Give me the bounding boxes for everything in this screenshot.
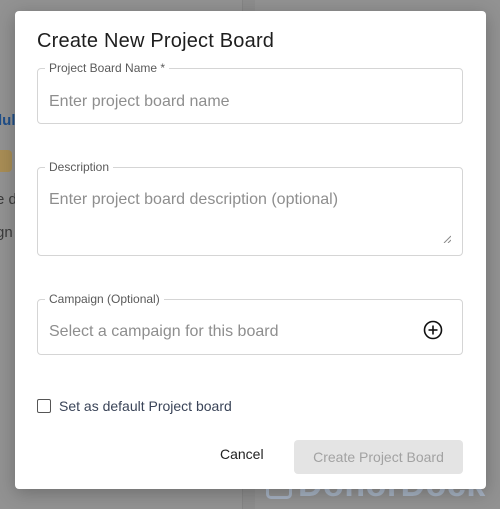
plus-circle-icon[interactable]: [423, 320, 443, 340]
project-board-name-label: Project Board Name *: [45, 61, 170, 75]
campaign-placeholder: Select a campaign for this board: [49, 323, 279, 340]
create-project-board-dialog: Create New Project Board Project Board N…: [15, 11, 486, 489]
description-placeholder: Enter project board description (optiona…: [49, 191, 339, 208]
create-project-board-button[interactable]: Create Project Board: [294, 440, 463, 474]
background-link-fragment: lul: [0, 112, 16, 129]
campaign-select[interactable]: Campaign (Optional) Select a campaign fo…: [37, 292, 463, 355]
description-textarea[interactable]: Description Enter project board descript…: [37, 160, 463, 256]
set-default-checkbox-label: Set as default Project board: [59, 398, 232, 414]
background-text-fragment: gn: [0, 224, 13, 241]
background-chip: [0, 150, 12, 172]
dialog-title: Create New Project Board: [37, 30, 275, 52]
set-default-checkbox-row[interactable]: Set as default Project board: [37, 398, 232, 414]
project-board-name-placeholder: Enter project board name: [49, 93, 230, 110]
set-default-checkbox[interactable]: [37, 399, 51, 413]
resize-handle-icon[interactable]: [443, 235, 451, 243]
description-label: Description: [45, 160, 114, 174]
project-board-name-input[interactable]: Project Board Name * Enter project board…: [37, 61, 463, 124]
campaign-label: Campaign (Optional): [45, 292, 164, 306]
cancel-button[interactable]: Cancel: [220, 446, 264, 462]
